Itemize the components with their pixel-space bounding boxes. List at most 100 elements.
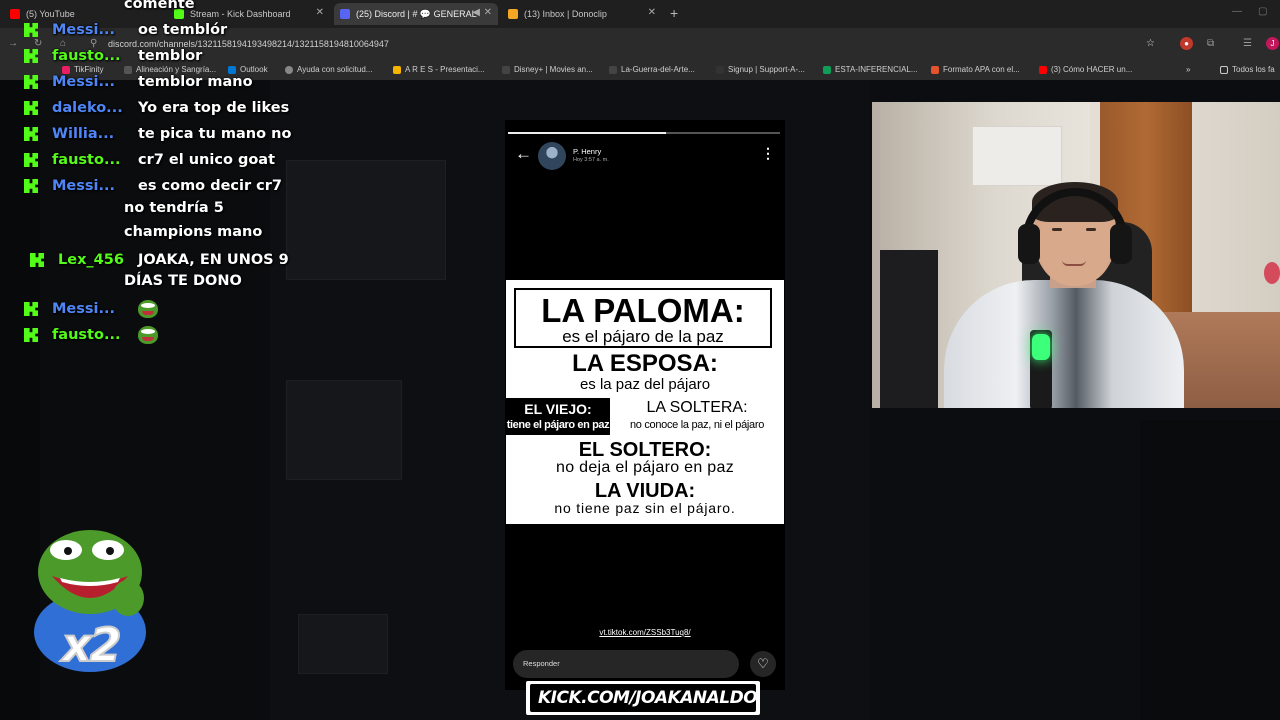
more-options-icon[interactable]: ⋮ [761, 145, 775, 162]
faded-image-preview [298, 614, 388, 674]
meme-line: es el pájaro de la paz [562, 327, 724, 346]
bookmarks-overflow-icon[interactable]: » [1186, 65, 1190, 74]
meme-black-box: EL VIEJO: tiene el pájaro en paz [506, 398, 610, 435]
bookmark-item[interactable]: (3) Cómo HACER un... [1039, 65, 1132, 74]
streamer-hoodie [944, 280, 1184, 408]
microphone-light [1032, 334, 1050, 360]
tab-label: (13) Inbox | Donoclip [524, 9, 607, 19]
kick-channel-url: KICK.COM/JOAKANALDO [538, 688, 758, 708]
reply-input[interactable]: Responder [513, 650, 739, 678]
close-icon[interactable]: ✕ [648, 7, 656, 18]
chat-text: temblor mano [138, 74, 253, 90]
bookmark-item[interactable]: Disney+ | Movies an... [502, 65, 593, 74]
profile-avatar-icon[interactable]: J [1266, 37, 1279, 50]
story-progress-fill [508, 132, 666, 134]
drive-icon [823, 65, 831, 74]
chat-text-continued: DÍAS TE DONO [124, 273, 242, 289]
bookmark-star-icon[interactable]: ☆ [1146, 38, 1155, 49]
headset-earcup [1018, 224, 1040, 264]
meme-line: no tiene paz sin el pájaro. [554, 500, 736, 516]
tiktok-link[interactable]: vt.tiktok.com/ZSSb3Tuq8/ [505, 628, 785, 637]
kick-badge-icon [30, 253, 44, 267]
chat-username: Messi... [52, 178, 116, 194]
chat-text: JOAKA, EN UNOS 9 [138, 252, 289, 268]
chat-text: es como decir cr7 [138, 178, 283, 194]
bookmark-folder[interactable]: Todos los fa [1220, 65, 1275, 74]
adblock-icon[interactable]: ● [1180, 37, 1193, 50]
tab-label: (25) Discord | # 💬 GENERAL [356, 8, 477, 19]
bookmark-item[interactable]: Ayuda con solicitud... [285, 65, 372, 74]
meme-image: LA PALOMA: es el pájaro de la paz LA ESP… [506, 280, 784, 524]
meme-heading: LA PALOMA: [541, 292, 745, 329]
kick-badge-icon [24, 127, 38, 141]
pepe-emote-icon [138, 300, 158, 318]
bookmark-label: A R E S - Presentaci... [405, 65, 485, 74]
chat-message: daleko... Yo era top de likes [24, 96, 289, 120]
faded-image-preview [286, 380, 402, 480]
story-author[interactable]: P. Henry [573, 147, 601, 156]
kick-badge-icon [24, 101, 38, 115]
speaker-icon[interactable]: ◀ [472, 7, 480, 18]
chat-text: cr7 el unico goat [138, 152, 276, 168]
author-avatar[interactable] [538, 142, 566, 170]
bookmark-label: Ayuda con solicitud... [297, 65, 373, 74]
bookmark-item[interactable]: Formato APA con el... [931, 65, 1020, 74]
close-icon[interactable]: ✕ [484, 7, 492, 18]
bookmark-site-icon [931, 65, 939, 74]
extensions-icon[interactable]: ⧉ [1207, 38, 1214, 49]
bookmark-item[interactable]: A R E S - Presentaci... [393, 65, 485, 74]
meme-title-box: LA PALOMA: es el pájaro de la paz [514, 288, 772, 348]
tab-discord[interactable]: (25) Discord | # 💬 GENERAL ◀ ✕ [334, 3, 498, 25]
emote-multiplier: x2 [61, 617, 123, 673]
pc-tower [880, 250, 938, 408]
chat-message: fausto... temblor [24, 44, 202, 68]
discord-icon [340, 9, 350, 19]
chat-username: fausto... [52, 152, 121, 168]
bookmark-item[interactable]: ESTA-INFERENCIAL... [823, 65, 918, 74]
chat-message: Messi... es como decir cr7 [24, 174, 282, 198]
meme-line: no conoce la paz, ni el pájaro [629, 419, 765, 431]
meme-heading: LA ESPOSA: [572, 350, 718, 377]
streamer-smile [1062, 260, 1086, 266]
folder-icon [1220, 65, 1228, 74]
chat-message: Messi... oe temblór [24, 18, 227, 42]
minimize-icon[interactable]: — [1232, 6, 1242, 17]
chat-username: fausto... [52, 327, 121, 343]
maximize-icon[interactable]: ▢ [1258, 6, 1267, 17]
webcam-feed [872, 102, 1280, 408]
bookmark-item[interactable]: La-Guerra-del-Arte... [609, 65, 695, 74]
bookmark-label: La-Guerra-del-Arte... [621, 65, 695, 74]
meme-heading: EL SOLTERO: [578, 439, 712, 461]
bookmark-label: Todos los fa [1232, 65, 1275, 74]
help-icon [285, 65, 293, 74]
kick-badge-icon [24, 23, 38, 37]
youtube-icon [1039, 65, 1047, 74]
kick-badge-icon [24, 179, 38, 193]
new-tab-icon[interactable]: + [670, 5, 678, 21]
chat-username: daleko... [52, 100, 123, 116]
red-object [1264, 262, 1280, 284]
chat-message: Messi... temblor mano [24, 70, 253, 94]
page-icon [609, 65, 617, 74]
donoclip-icon [508, 9, 518, 19]
chat-message: fausto... cr7 el unico goat [24, 148, 275, 172]
pepe-emote-combo: x2 [32, 520, 152, 680]
back-arrow-icon[interactable]: ← [515, 144, 532, 164]
meme-line: no deja el pájaro en paz [556, 459, 734, 476]
forward-arrow-icon[interactable]: → [8, 38, 18, 49]
bookmark-item[interactable]: Signup | Support-A-... [716, 65, 805, 74]
menu-icon[interactable]: ☰ [1243, 38, 1252, 49]
chat-text: temblor [138, 48, 203, 64]
heart-icon[interactable]: ♡ [750, 651, 776, 677]
close-icon[interactable]: ✕ [316, 7, 324, 18]
bookmark-label: Formato APA con el... [943, 65, 1020, 74]
tab-donoclip[interactable]: (13) Inbox | Donoclip ✕ [502, 3, 662, 25]
discord-member-list [1140, 420, 1280, 720]
kick-badge-icon [24, 153, 38, 167]
chat-message: Messi... [24, 297, 158, 321]
kick-badge-icon [24, 302, 38, 316]
youtube-icon [10, 9, 20, 19]
pepe-emote-icon [138, 326, 158, 344]
chat-username: Willia... [52, 126, 115, 142]
chat-message: fausto... [24, 323, 158, 347]
